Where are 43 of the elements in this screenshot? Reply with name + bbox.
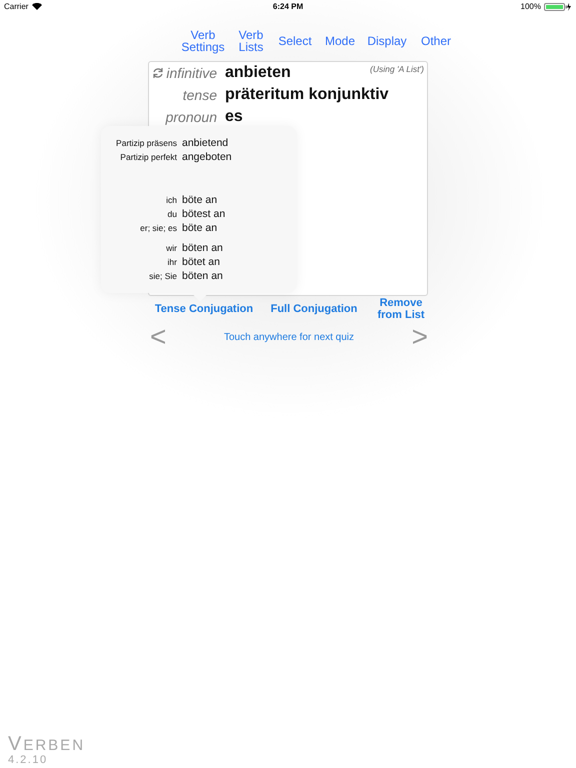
battery-percent: 100% bbox=[520, 2, 541, 11]
conjugated-form: bötet an bbox=[182, 256, 220, 268]
conjugated-form: böten an bbox=[182, 270, 223, 282]
action-button[interactable]: Tense Conjugation bbox=[148, 303, 260, 315]
version-label: 4.2.10 bbox=[8, 754, 49, 766]
field-value: anbieten bbox=[225, 64, 291, 82]
pronoun-label: du bbox=[166, 209, 177, 219]
toolbar-button[interactable]: Select bbox=[274, 35, 316, 47]
pronoun-label: ihr bbox=[166, 257, 177, 267]
participle-label: Partizip perfekt bbox=[119, 152, 177, 162]
wifi-icon bbox=[32, 3, 42, 10]
pronoun-label: er; sie; es bbox=[139, 223, 177, 233]
previous-button[interactable]: < bbox=[150, 323, 166, 351]
conjugated-form: böte an bbox=[182, 194, 218, 206]
action-button[interactable]: Remove from List bbox=[368, 297, 434, 321]
conjugated-form: böte an bbox=[182, 222, 218, 234]
action-button[interactable]: Full Conjugation bbox=[260, 303, 368, 315]
field-label: infinitive bbox=[166, 65, 217, 81]
field-label: tense bbox=[182, 87, 217, 103]
participle-label: Partizip präsens bbox=[115, 138, 177, 148]
field-value: präteritum konjunktiv bbox=[225, 86, 389, 104]
next-button[interactable]: > bbox=[412, 323, 428, 351]
toolbar-button[interactable]: Verb Settings bbox=[178, 29, 228, 53]
conjugated-form: bötest an bbox=[182, 208, 226, 220]
participle-value: anbietend bbox=[182, 137, 228, 149]
next-quiz-hint: Touch anywhere for next quiz bbox=[224, 332, 354, 342]
refresh-icon[interactable] bbox=[152, 67, 164, 79]
pronoun-label: ich bbox=[165, 195, 177, 205]
app-logo: VERBEN bbox=[8, 736, 86, 754]
toolbar-button[interactable]: Verb Lists bbox=[234, 29, 268, 53]
toolbar-button[interactable]: Display bbox=[364, 35, 410, 47]
toolbar-button[interactable]: Mode bbox=[322, 35, 358, 47]
pronoun-label: sie; Sie bbox=[148, 271, 177, 281]
battery-icon bbox=[544, 2, 572, 10]
field-label: pronoun bbox=[166, 109, 217, 125]
carrier-label: Carrier bbox=[4, 2, 28, 11]
field-value: es bbox=[225, 108, 243, 126]
participle-value: angeboten bbox=[182, 151, 232, 163]
clock-time: 6:24 PM bbox=[272, 2, 304, 11]
conjugated-form: böten an bbox=[182, 242, 223, 254]
pronoun-label: wir bbox=[165, 243, 177, 253]
list-note: (Using 'A List') bbox=[370, 64, 424, 74]
toolbar-button[interactable]: Other bbox=[416, 35, 456, 47]
